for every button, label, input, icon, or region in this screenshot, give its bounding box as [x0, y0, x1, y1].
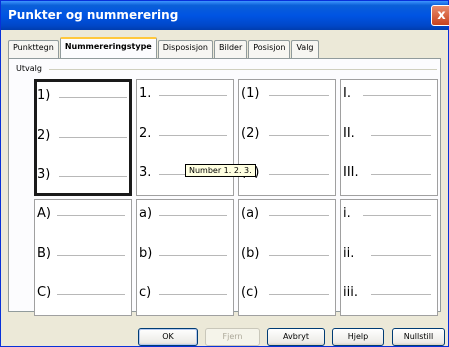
preview-line — [57, 215, 125, 216]
numbering-label: a) — [139, 206, 153, 221]
tab-strip: Punkttegn Nummereringstype Disposisjon B… — [8, 37, 320, 58]
tooltip: Number 1. 2. 3. — [185, 164, 256, 177]
numbering-label: (b) — [241, 246, 260, 261]
numbering-label: 1) — [37, 88, 51, 103]
numbering-style-option[interactable]: a) b) c) — [136, 199, 234, 316]
reset-button[interactable]: Nullstill — [392, 328, 445, 346]
preview-line — [59, 97, 127, 98]
preview-line — [159, 95, 227, 96]
preview-line — [57, 294, 125, 295]
tab-punkttegn[interactable]: Punkttegn — [8, 40, 59, 58]
numbering-label: 3) — [37, 167, 51, 182]
numbering-style-option[interactable]: (1)(2)(3) — [238, 79, 336, 196]
help-button[interactable]: Hjelp — [332, 328, 384, 346]
numbering-label: III. — [343, 165, 359, 180]
remove-button[interactable]: Fjern — [205, 328, 260, 346]
preview-line — [159, 215, 227, 216]
preview-line — [371, 174, 431, 175]
cancel-button[interactable]: Avbryt — [267, 328, 325, 346]
numbering-label: (a) — [241, 206, 260, 221]
numbering-label: 2) — [37, 128, 51, 143]
numbering-style-option[interactable]: 1. 2. 3. — [136, 79, 234, 196]
numbering-label: ii. — [343, 246, 355, 261]
preview-line — [363, 215, 431, 216]
tab-disposisjon[interactable]: Disposisjon — [157, 40, 214, 58]
numbering-label: B) — [37, 246, 51, 261]
preview-line — [159, 294, 227, 295]
tab-valg[interactable]: Valg — [291, 40, 319, 58]
preview-line — [57, 255, 125, 256]
numbering-label: (1) — [241, 86, 260, 101]
numbering-label: 2. — [139, 126, 152, 141]
numbering-label: b) — [139, 246, 153, 261]
close-button[interactable]: x — [431, 5, 449, 26]
numbering-style-option[interactable]: I. II. III. — [340, 79, 438, 196]
preview-line — [371, 135, 431, 136]
numbering-label: (c) — [241, 285, 259, 300]
dialog-window: Punkter og nummerering x Punkttegn Numme… — [0, 0, 449, 347]
preview-line — [371, 294, 431, 295]
numbering-style-option[interactable]: A) B) C) — [34, 199, 132, 316]
numbering-label: C) — [37, 285, 52, 300]
numbering-label: 3. — [139, 165, 152, 180]
title-bar[interactable]: Punkter og nummerering x — [1, 1, 449, 30]
numbering-label: A) — [37, 206, 51, 221]
numbering-style-option[interactable]: (a) (b) (c) — [238, 199, 336, 316]
numbering-style-option[interactable]: 1) 2) 3) — [34, 79, 132, 196]
tab-panel: Utvalg 1)2)3)1.2.3.(1)(2)(3)I.II.III.A)B… — [8, 58, 441, 316]
numbering-style-option[interactable]: i. ii. iii. — [340, 199, 438, 316]
preview-line — [269, 135, 329, 136]
preview-line — [371, 255, 431, 256]
window-title: Punkter og nummerering — [8, 8, 179, 22]
preview-line — [159, 135, 227, 136]
preview-line — [159, 255, 227, 256]
numbering-label: (2) — [241, 126, 260, 141]
numbering-label: c) — [139, 285, 152, 300]
preview-line — [269, 294, 329, 295]
preview-line — [269, 95, 329, 96]
group-label: Utvalg — [16, 64, 42, 73]
ok-button[interactable]: OK — [138, 328, 198, 346]
preview-line — [59, 137, 127, 138]
preview-line — [269, 255, 329, 256]
close-icon: x — [437, 8, 446, 23]
preview-line — [269, 215, 329, 216]
numbering-label: i. — [343, 206, 351, 221]
numbering-label: iii. — [343, 285, 358, 300]
tab-nummereringstype[interactable]: Nummereringstype — [59, 37, 157, 58]
preview-line — [269, 174, 329, 175]
tab-bilder[interactable]: Bilder — [214, 40, 248, 58]
preview-line — [59, 176, 127, 177]
group-divider — [49, 69, 437, 70]
numbering-label: I. — [343, 86, 351, 101]
tab-posisjon[interactable]: Posisjon — [248, 40, 291, 58]
numbering-label: 1. — [139, 86, 152, 101]
preview-line — [363, 95, 431, 96]
numbering-label: II. — [343, 126, 355, 141]
